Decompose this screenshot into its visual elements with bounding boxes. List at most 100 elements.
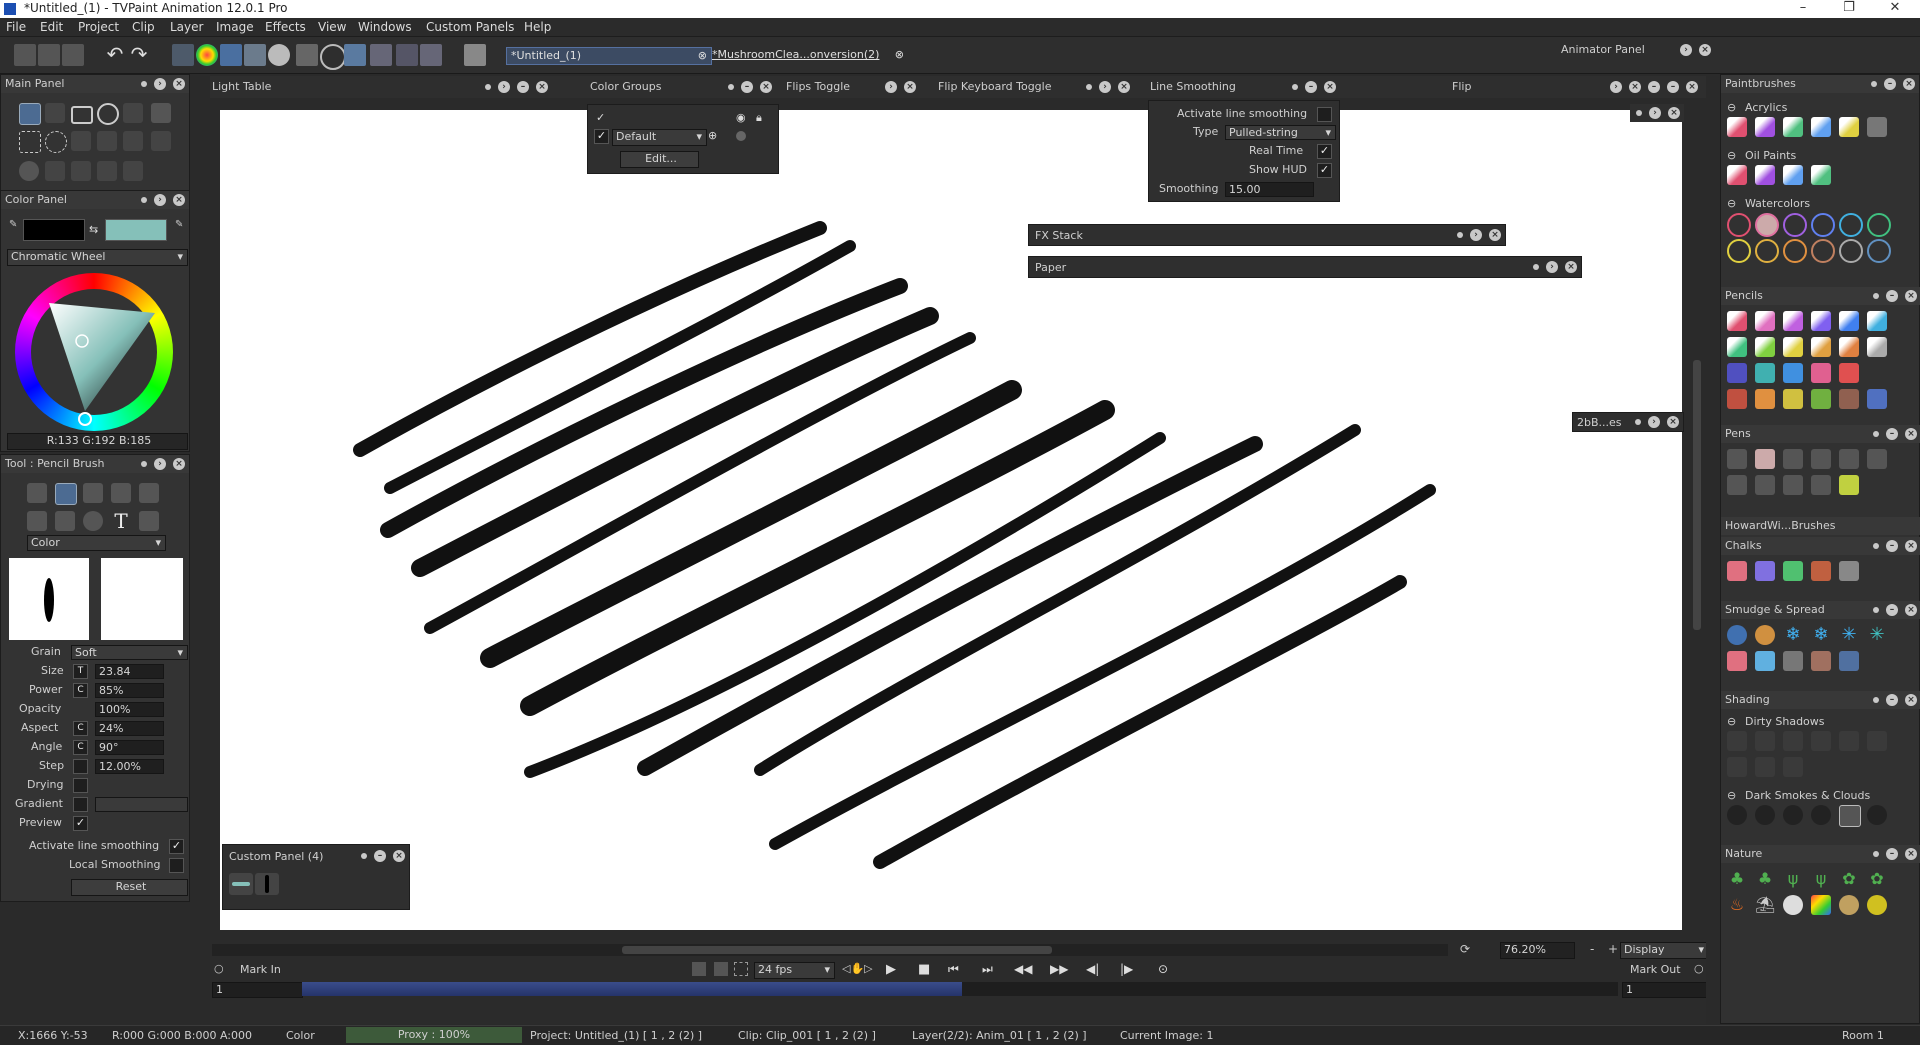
menu-file[interactable]: File	[6, 20, 26, 34]
hscroll-thumb[interactable]	[622, 946, 1052, 954]
panel-menu-icon[interactable]: ›	[885, 81, 897, 93]
menu-effects[interactable]: Effects	[265, 20, 306, 34]
menu-help[interactable]: Help	[524, 20, 551, 34]
smoke-6-icon[interactable]	[1867, 805, 1887, 825]
add-group-icon[interactable]: ⊕	[708, 129, 717, 142]
prev-frame-icon[interactable]: ◀|	[1086, 962, 1099, 976]
crop-icon[interactable]	[123, 131, 143, 151]
zoom-in-icon[interactable]: +	[1608, 942, 1618, 956]
power-field[interactable]: 85%	[95, 683, 164, 698]
pen-4-icon[interactable]	[1811, 449, 1831, 469]
horizontal-scrollbar[interactable]	[212, 944, 1448, 956]
water-icon[interactable]	[83, 511, 103, 531]
water-drop-8-icon[interactable]	[1755, 239, 1779, 263]
zoom-field[interactable]: 76.20%	[1500, 942, 1575, 959]
water-drop-2-icon[interactable]	[1755, 213, 1779, 237]
mark-in-label[interactable]: Mark In	[240, 963, 281, 976]
acrylic-brush-6-icon[interactable]	[1867, 117, 1887, 137]
panel-minimize-icon[interactable]: –	[1305, 81, 1317, 93]
pencil-18-icon[interactable]	[1727, 389, 1747, 409]
acrylic-brush-1-icon[interactable]	[1727, 117, 1747, 137]
stop-icon[interactable]: ■	[918, 962, 930, 977]
panel-close-icon[interactable]: ×	[1905, 694, 1917, 706]
ellipse-tool-icon[interactable]	[97, 103, 119, 125]
angle-field[interactable]: 90°	[95, 740, 164, 755]
panel-close-icon[interactable]: ×	[1905, 604, 1917, 616]
smoke-4-icon[interactable]	[1811, 805, 1831, 825]
send-icon[interactable]	[420, 44, 442, 66]
oil-brush-1-icon[interactable]	[1727, 165, 1747, 185]
undo-icon[interactable]: ↶	[104, 44, 126, 66]
onion-icon[interactable]	[714, 962, 728, 976]
pencil-9-icon[interactable]	[1783, 337, 1803, 357]
frame-in-field[interactable]: 1	[212, 982, 303, 998]
rotate-tool-icon[interactable]	[45, 161, 65, 181]
power-mode-icon[interactable]: C	[73, 683, 88, 698]
acrylic-brush-3-icon[interactable]	[1783, 117, 1803, 137]
fps-select[interactable]: 24 fps ▾	[754, 962, 835, 979]
magic-wand-icon[interactable]	[97, 131, 117, 151]
freehand-tool-icon[interactable]	[19, 103, 41, 125]
size-mode-icon[interactable]: T	[73, 664, 88, 679]
shadow-3-icon[interactable]	[1783, 731, 1803, 751]
pen-10-icon[interactable]	[1811, 475, 1831, 495]
gradient-bar[interactable]	[95, 797, 188, 812]
library-icon[interactable]	[370, 44, 392, 66]
next-key-icon[interactable]: ▶▶	[1050, 962, 1068, 976]
mark-in-icon[interactable]: ○	[214, 962, 226, 975]
panel-menu-icon[interactable]: ›	[1099, 81, 1111, 93]
shadow-6-icon[interactable]	[1867, 731, 1887, 751]
ls-showhud-checkbox[interactable]: ✓	[1317, 163, 1332, 178]
redo-icon[interactable]: ↷	[128, 44, 150, 66]
plant-2-icon[interactable]: ♣	[1755, 869, 1775, 889]
panel-close-icon[interactable]: ×	[904, 81, 916, 93]
close-tab-icon[interactable]: ⊗	[895, 47, 904, 63]
panel-menu-icon[interactable]: ›	[1680, 44, 1692, 56]
chalk-4-icon[interactable]	[1811, 561, 1831, 581]
panel-menu-icon[interactable]: ›	[154, 194, 166, 206]
grass-2-icon[interactable]: ψ	[1811, 869, 1831, 889]
rectangle-tool-icon[interactable]	[71, 106, 93, 124]
rotate-view-icon[interactable]: ⟳	[1460, 942, 1476, 958]
color-mode-select[interactable]: Chromatic Wheel ▾	[7, 249, 188, 266]
snowflake-3-icon[interactable]: ✳	[1839, 625, 1859, 645]
smudge-5-icon[interactable]	[1839, 651, 1859, 671]
transform-tool-icon[interactable]	[123, 161, 143, 181]
paint-icon[interactable]	[55, 511, 75, 531]
drying-checkbox[interactable]	[73, 778, 88, 793]
shadow-9-icon[interactable]	[1783, 757, 1803, 777]
smoke-2-icon[interactable]	[1755, 805, 1775, 825]
pen-11-icon[interactable]	[1839, 475, 1859, 495]
water-drop-12-icon[interactable]	[1867, 239, 1891, 263]
panel-minimize-icon[interactable]: –	[1884, 78, 1896, 90]
zoom-icon[interactable]	[320, 44, 346, 70]
water-drop-1-icon[interactable]	[1727, 213, 1751, 237]
save-file-icon[interactable]	[62, 44, 84, 66]
rock-icon[interactable]	[1839, 895, 1859, 915]
color-group-select[interactable]: Default ▾	[612, 129, 707, 146]
color-wheel[interactable]	[15, 273, 173, 431]
menu-image[interactable]: Image	[216, 20, 254, 34]
close-window-button[interactable]: ✕	[1872, 0, 1918, 18]
panel-minimize-icon[interactable]: –	[1648, 81, 1660, 93]
panel-minimize-icon[interactable]: –	[517, 81, 529, 93]
group-visible-checkbox[interactable]: ✓	[594, 129, 609, 144]
fill-tool-icon[interactable]	[151, 103, 171, 123]
panel-close-icon[interactable]: ×	[1629, 81, 1641, 93]
minimize-button[interactable]: –	[1780, 0, 1826, 18]
pencil-7-icon[interactable]	[1727, 337, 1747, 357]
step-field[interactable]: 12.00%	[95, 759, 164, 774]
reset-button[interactable]: Reset	[71, 879, 188, 896]
sun-icon[interactable]	[1867, 895, 1887, 915]
pencil-13-icon[interactable]	[1727, 363, 1747, 383]
menu-view[interactable]: View	[318, 20, 346, 34]
custom-brush-2-icon[interactable]	[255, 873, 279, 895]
pencil-4-icon[interactable]	[1811, 311, 1831, 331]
water-drop-9-icon[interactable]	[1783, 239, 1807, 263]
close-tab-icon[interactable]: ⊗	[698, 48, 707, 64]
cloud-icon[interactable]	[1783, 895, 1803, 915]
oil-brush-2-icon[interactable]	[1755, 165, 1775, 185]
pencil-2-icon[interactable]	[1755, 311, 1775, 331]
last-frame-icon[interactable]: ⏭	[982, 962, 993, 977]
menu-edit[interactable]: Edit	[40, 20, 63, 34]
